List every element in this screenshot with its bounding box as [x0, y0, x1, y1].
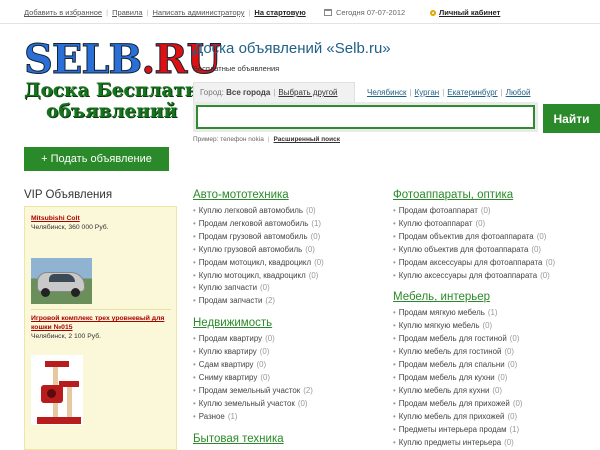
category-auto-list: • Куплю легковой автомобиль (0) • Продам ле… [193, 205, 324, 308]
city-link-chelyabinsk[interactable]: Челябинск [367, 88, 406, 97]
calendar-icon [324, 9, 332, 16]
vip-item-meta: Челябинск, 360 000 Руб. [31, 224, 109, 231]
site-logo[interactable]: SELB.RU Доска Бесплатных объявлений [23, 39, 227, 122]
list-item: • Куплю запчасти (0) [193, 283, 270, 293]
city-link-any[interactable]: Любой [506, 88, 531, 97]
categories-col-1: Авто-мототехника • Куплю легковой автомоб… [193, 189, 324, 449]
key-icon [430, 10, 436, 16]
category-furniture-list: • Продам мягкую мебель (1) • Куплю мягкую м… [393, 307, 555, 449]
vip-item-meta: Челябинск, 2 100 Руб. [31, 333, 102, 340]
category-realty-list: • Продам квартиру (0) • Куплю квартиру (0) •… [193, 333, 324, 423]
list-item: • Продам мебель для спальни (0) [393, 360, 518, 370]
list-item: • Продам запчасти (2) [193, 296, 276, 306]
top-links: Добавить в избранное | Правила | Написать ад… [24, 8, 306, 17]
list-item: • Продам мебель для гостиной (0) [393, 334, 520, 344]
list-item: • Куплю мебель для гостиной (0) [393, 347, 515, 357]
list-item: • Куплю земельный участок (0) [193, 398, 308, 408]
categories-col-2: Фотоаппараты, оптика • Продам фотоаппарат… [393, 189, 555, 450]
vip-list: Mitsubishi Colt Челябинск, 360 000 Руб. … [24, 206, 177, 450]
site-title: Доска объявлений «Selb.ru» [193, 40, 391, 57]
list-item: • Продам мягкую мебель (1) [393, 308, 498, 318]
quick-cities: Челябинск | Курган | Екатеринбург | Любой [367, 88, 531, 97]
vip-item: Mitsubishi Colt Челябинск, 360 000 Руб. [31, 214, 171, 231]
list-item: • Куплю грузовой автомобиль (0) [193, 244, 315, 254]
advanced-search-link[interactable]: Расширенный поиск [274, 136, 340, 143]
list-item: • Куплю мотоцикл, квадроцикл (0) [193, 270, 319, 280]
vip-title: VIP Объявления [24, 189, 113, 201]
list-item: • Продам фотоаппарат (0) [393, 206, 491, 215]
category-home-tech[interactable]: Бытовая техника [193, 433, 324, 445]
list-item: • Продам грузовой автомобиль (0) [193, 231, 321, 241]
category-photo[interactable]: Фотоаппараты, оптика [393, 189, 555, 201]
list-item: • Куплю мягкую мебель (0) [393, 321, 493, 331]
site-subtitle: Бесплатные объявления [193, 64, 280, 73]
rules-link[interactable]: Правила [112, 8, 142, 17]
list-item: • Предметы интерьера продам (1) [393, 424, 520, 434]
category-furniture[interactable]: Мебель, интерьер [393, 291, 555, 303]
car-photo[interactable] [31, 258, 92, 304]
list-item: • Куплю аксессуары для фотоаппарата (0) [393, 270, 550, 280]
vip-item-title[interactable]: Mitsubishi Colt [31, 214, 171, 223]
top-bar: Добавить в избранное | Правила | Написать ад… [0, 0, 600, 24]
list-item: • Продам мебель для кухни (0) [393, 372, 508, 382]
list-item: • Куплю квартиру (0) [193, 347, 270, 357]
list-item: • Куплю объектив для фотоаппарата (0) [393, 244, 541, 254]
list-item: • Продам объектив для фотоаппарата (0) [393, 231, 547, 241]
list-item: • Куплю мебель для кухни (0) [393, 385, 503, 395]
personal-cabinet-link[interactable]: Личный кабинет [430, 8, 500, 17]
category-realty[interactable]: Недвижимость [193, 317, 324, 329]
list-item: • Продам земельный участок (2) [193, 385, 313, 395]
post-ad-button[interactable]: + Подать объявление [24, 147, 169, 171]
list-item: • Продам аксессуары для фотоаппарата (0) [393, 257, 556, 267]
search-box [193, 102, 538, 132]
vip-item-title[interactable]: Игровой комплекс трех уровневый для кошк… [31, 314, 171, 332]
list-item: • Куплю предметы интерьера (0) [393, 437, 514, 447]
list-item: • Продам квартиру (0) [193, 334, 275, 344]
current-city: Все города [226, 88, 271, 97]
category-photo-list: • Продам фотоаппарат (0) • Куплю фотоаппара… [393, 205, 555, 282]
cat-tree-photo[interactable] [31, 355, 83, 425]
start-page-link[interactable]: На стартовую [254, 8, 305, 17]
city-selector: Город: Все города | Выбрать другой [193, 82, 355, 102]
search-button[interactable]: Найти [543, 104, 600, 133]
search-example: Пример: телефон nokia | Расширенный поиск [193, 136, 340, 143]
list-item: • Сниму квартиру (0) [193, 372, 270, 382]
list-item: • Куплю фотоаппарат (0) [393, 218, 486, 228]
list-item: • Продам мотоцикл, квадроцикл (0) [193, 257, 324, 267]
list-item: • Куплю легковой автомобиль (0) [193, 206, 316, 215]
list-item: • Сдам квартиру (0) [193, 360, 267, 370]
category-auto[interactable]: Авто-мототехника [193, 189, 324, 201]
list-item: • Продам легковой автомобиль (1) [193, 218, 321, 228]
list-item: • Продам мебель для прихожей (0) [393, 398, 523, 408]
current-date: Сегодня 07-07-2012 [324, 8, 405, 17]
vip-item: Игровой комплекс трех уровневый для кошк… [31, 314, 171, 340]
city-link-ekaterinburg[interactable]: Екатеринбург [447, 88, 497, 97]
write-admin-link[interactable]: Написать администратору [152, 8, 244, 17]
add-favorites-link[interactable]: Добавить в избранное [24, 8, 102, 17]
search-input[interactable] [196, 105, 535, 129]
choose-city-link[interactable]: Выбрать другой [278, 88, 337, 97]
city-link-kurgan[interactable]: Курган [415, 88, 440, 97]
list-item: • Куплю мебель для прихожей (0) [393, 411, 518, 421]
list-item: • Разное (1) [193, 411, 238, 421]
